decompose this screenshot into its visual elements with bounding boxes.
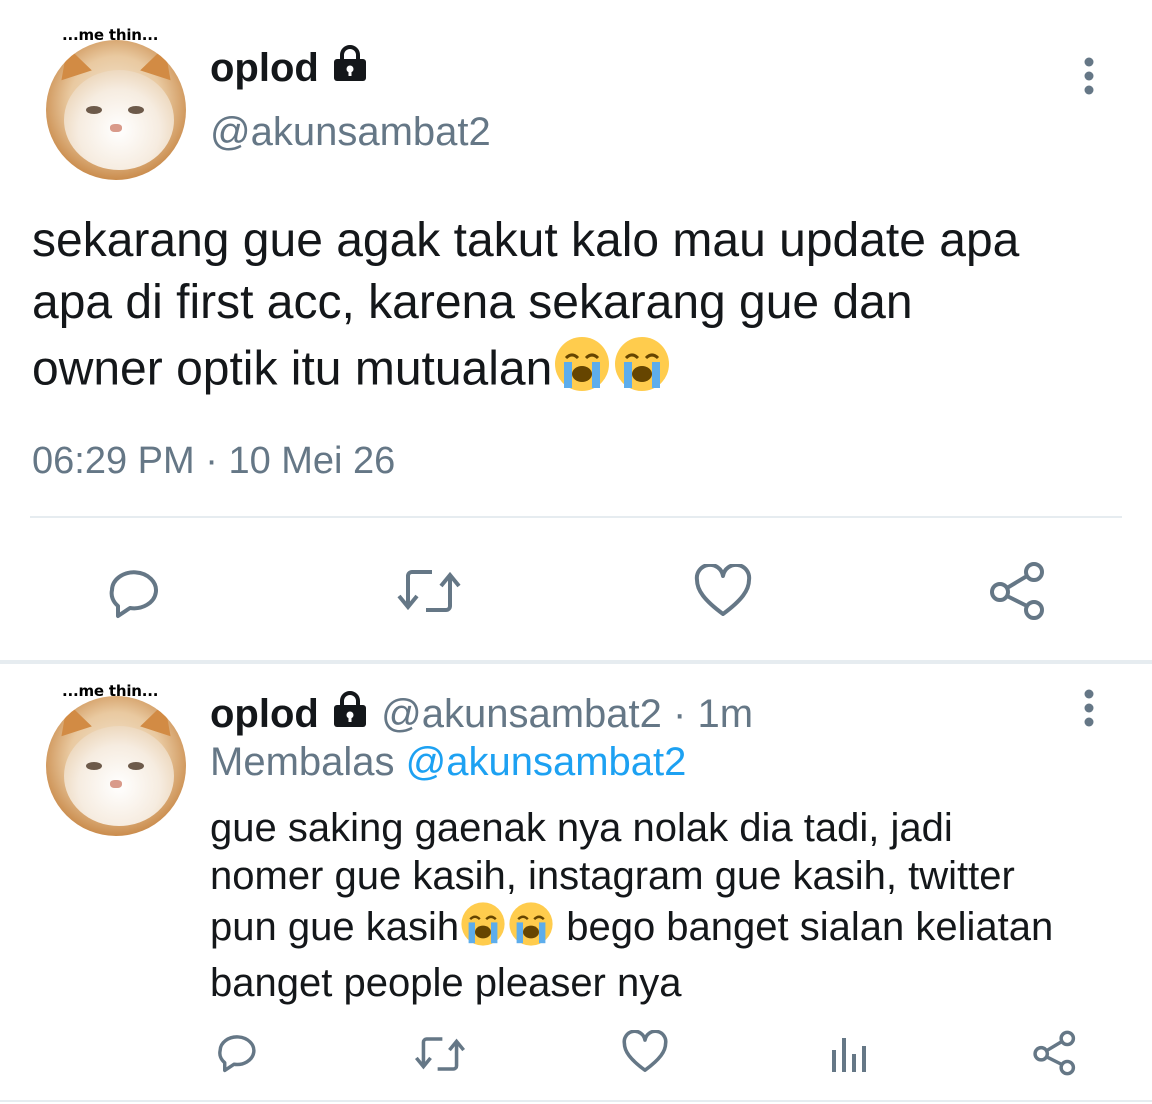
- reply-icon[interactable]: [104, 564, 164, 620]
- more-options-icon[interactable]: [1080, 688, 1098, 728]
- display-name[interactable]: oplod: [210, 692, 319, 736]
- reply-author-row: oplod @akunsambat2 · 1m: [210, 690, 753, 738]
- share-icon[interactable]: [1032, 1030, 1078, 1076]
- analytics-icon[interactable]: [830, 1032, 870, 1074]
- separator: ·: [673, 692, 687, 736]
- retweet-icon[interactable]: [396, 566, 462, 616]
- handle[interactable]: @akunsambat2: [210, 108, 491, 156]
- tweet-age: 1m: [697, 692, 754, 736]
- bottom-divider: [0, 1100, 1152, 1102]
- like-icon[interactable]: [622, 1030, 668, 1074]
- reply-icon[interactable]: [214, 1030, 260, 1074]
- tweet-time[interactable]: 06:29 PM: [32, 440, 195, 482]
- lock-icon: [330, 690, 370, 738]
- avatar[interactable]: [46, 40, 186, 180]
- retweet-icon[interactable]: [414, 1034, 466, 1074]
- author-row: oplod: [210, 44, 370, 92]
- lock-icon: [330, 44, 370, 92]
- tweet-text: sekarang gue agak takut kalo mau update …: [32, 210, 1019, 410]
- display-name[interactable]: oplod: [210, 46, 319, 90]
- like-icon[interactable]: [694, 564, 752, 618]
- share-icon[interactable]: [988, 562, 1048, 620]
- timestamp-row: 06:29 PM · 10 Mei 26: [32, 438, 395, 484]
- crying-emoji: [612, 334, 672, 410]
- handle[interactable]: @akunsambat2: [381, 692, 662, 736]
- divider: [30, 516, 1122, 518]
- separator: ·: [205, 440, 218, 482]
- crying-emoji: [552, 334, 612, 410]
- replying-to: Membalas @akunsambat2: [210, 740, 687, 784]
- reply-text: gue saking gaenak nya nolak dia tadi, ja…: [210, 806, 1054, 1005]
- tweet-date[interactable]: 10 Mei 26: [228, 440, 395, 482]
- avatar[interactable]: [46, 696, 186, 836]
- more-options-icon[interactable]: [1080, 56, 1098, 96]
- replying-to-link[interactable]: @akunsambat2: [406, 740, 687, 784]
- tweet-separator: [0, 660, 1152, 664]
- crying-emoji: [459, 900, 507, 959]
- crying-emoji: [507, 900, 555, 959]
